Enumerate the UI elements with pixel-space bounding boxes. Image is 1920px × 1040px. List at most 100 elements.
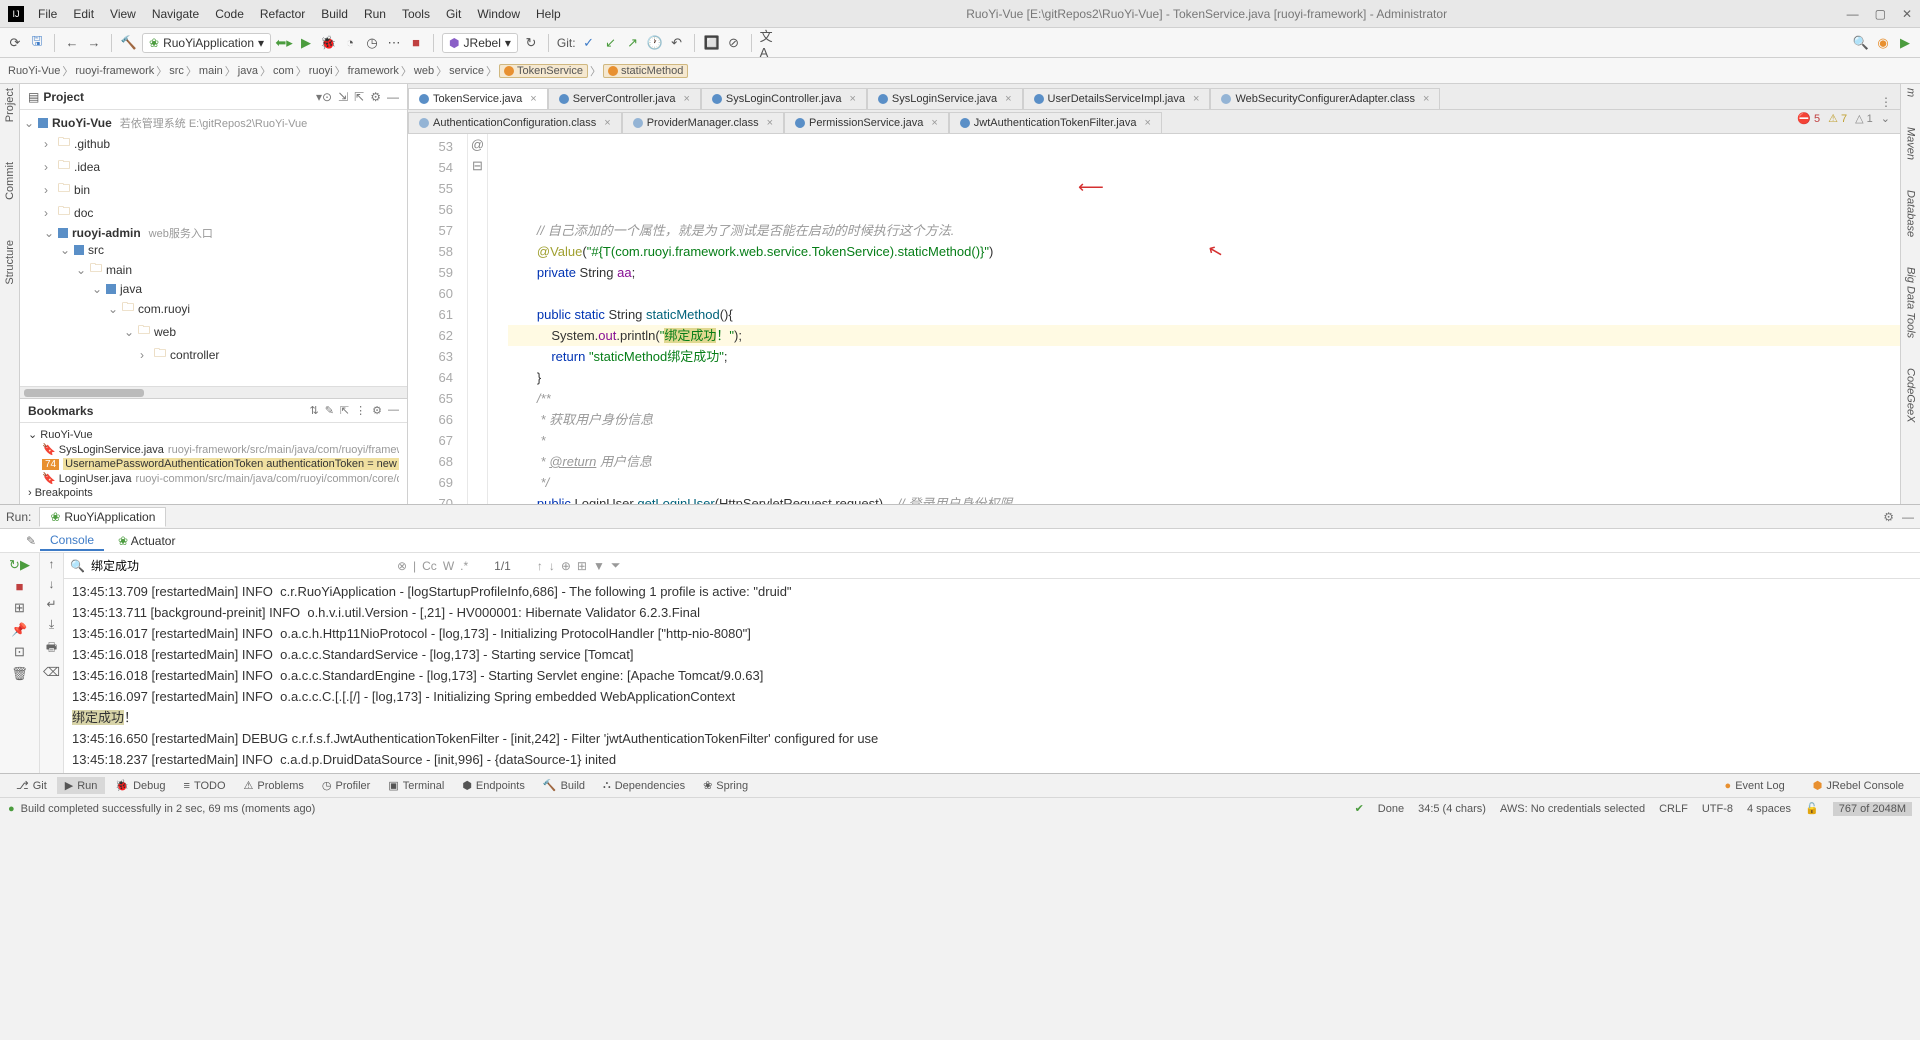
delete-icon[interactable]: 🗑 bbox=[11, 666, 28, 682]
tab-options-icon[interactable]: ⋮ bbox=[1872, 95, 1900, 109]
bottom-tab-profiler[interactable]: ◷Profiler bbox=[314, 777, 378, 794]
tree-node[interactable]: ⌄ruoyi-adminweb服务入口 bbox=[20, 224, 407, 242]
add-selection-icon[interactable]: ⊕ bbox=[561, 559, 571, 573]
menu-run[interactable]: Run bbox=[358, 5, 392, 23]
bottom-tab-event-log[interactable]: ●Event Log bbox=[1717, 778, 1793, 794]
close-icon[interactable]: × bbox=[849, 93, 855, 105]
readonly-icon[interactable]: 🔓 bbox=[1805, 802, 1819, 815]
editor-tab[interactable]: WebSecurityConfigurerAdapter.class× bbox=[1210, 88, 1440, 109]
tree-node[interactable]: ⌄🗀main bbox=[20, 258, 407, 281]
tree-node[interactable]: ›🗀doc bbox=[20, 201, 407, 224]
stop-icon[interactable]: ■ bbox=[407, 34, 425, 52]
right-tab-database[interactable]: Database bbox=[1905, 190, 1917, 237]
indent[interactable]: 4 spaces bbox=[1747, 803, 1791, 815]
left-tab-structure[interactable]: Structure bbox=[4, 240, 16, 285]
editor-tab[interactable]: ServerController.java× bbox=[548, 88, 701, 109]
editor-tab[interactable]: UserDetailsServiceImpl.java× bbox=[1023, 88, 1211, 109]
back-icon[interactable]: ← bbox=[63, 34, 81, 52]
menu-build[interactable]: Build bbox=[315, 5, 354, 23]
expand-icon[interactable]: ⇲ bbox=[338, 90, 348, 104]
bottom-tab-spring[interactable]: ❀Spring bbox=[695, 777, 756, 794]
run-config-selector[interactable]: ❀ RuoYiApplication ▾ bbox=[142, 33, 271, 53]
fold-gutter[interactable]: @⊟ bbox=[468, 134, 488, 504]
close-icon[interactable]: × bbox=[530, 93, 536, 105]
project-view-icon[interactable]: ▤ bbox=[28, 90, 39, 104]
bottom-tab-terminal[interactable]: ▣Terminal bbox=[380, 777, 452, 794]
more-icon[interactable]: ⋮ bbox=[355, 404, 366, 417]
close-icon[interactable]: × bbox=[683, 93, 689, 105]
bookmarks-tree[interactable]: ⌄ RuoYi-Vue🔖 SysLoginService.java ruoyi-… bbox=[20, 423, 407, 504]
menu-view[interactable]: View bbox=[104, 5, 142, 23]
menu-window[interactable]: Window bbox=[471, 5, 526, 23]
close-icon[interactable]: × bbox=[767, 117, 773, 129]
search-input[interactable] bbox=[91, 559, 391, 573]
editor-tab[interactable]: AuthenticationConfiguration.class× bbox=[408, 112, 622, 133]
prev-icon[interactable]: ⊗ bbox=[397, 559, 407, 573]
bottom-tab-git[interactable]: ⎇Git bbox=[8, 777, 55, 794]
actuator-tab[interactable]: ❀ Actuator bbox=[108, 532, 185, 550]
tree-node[interactable]: ⌄🗀web bbox=[20, 320, 407, 343]
regex-icon[interactable]: .* bbox=[460, 559, 468, 573]
breadcrumb-item[interactable]: java bbox=[238, 65, 258, 77]
breadcrumb-item[interactable]: com bbox=[273, 65, 294, 77]
breadcrumb-item[interactable]: RuoYi-Vue bbox=[8, 65, 60, 77]
debug-icon[interactable]: 🐞 bbox=[319, 34, 337, 52]
breadcrumb-item[interactable]: ruoyi bbox=[309, 65, 333, 77]
editor-tab[interactable]: PermissionService.java× bbox=[784, 112, 949, 133]
breadcrumb-item[interactable]: main bbox=[199, 65, 223, 77]
forward-icon[interactable]: → bbox=[85, 34, 103, 52]
wrap-icon[interactable]: ↵ bbox=[46, 597, 56, 611]
editor-tab[interactable]: SysLoginController.java× bbox=[701, 88, 867, 109]
settings-icon[interactable]: ⚙ bbox=[1883, 510, 1894, 524]
up-icon[interactable]: ↑ bbox=[537, 559, 543, 573]
aws-status[interactable]: AWS: No credentials selected bbox=[1500, 803, 1645, 815]
menu-file[interactable]: File bbox=[32, 5, 63, 23]
cursor-position[interactable]: 34:5 (4 chars) bbox=[1418, 803, 1486, 815]
right-tab-codegeex[interactable]: CodeGeeX bbox=[1905, 368, 1917, 422]
left-tab-project[interactable]: Project bbox=[4, 88, 16, 122]
code-editor[interactable]: 535455565758596061626364656667686970 @⊟ … bbox=[408, 134, 1900, 504]
bottom-tab-dependencies[interactable]: ⛬Dependencies bbox=[595, 777, 693, 794]
git-update-icon[interactable]: ✓ bbox=[580, 34, 598, 52]
editor-tab[interactable]: JwtAuthenticationTokenFilter.java× bbox=[949, 112, 1162, 133]
line-sep[interactable]: CRLF bbox=[1659, 803, 1688, 815]
bookmark-item[interactable]: 74UsernamePasswordAuthenticationToken au… bbox=[28, 457, 399, 471]
idea-icon[interactable]: 🔲 bbox=[703, 34, 721, 52]
editor-tab[interactable]: TokenService.java× bbox=[408, 88, 548, 109]
save-icon[interactable]: 🖫 bbox=[28, 34, 46, 52]
hide-icon[interactable]: — bbox=[387, 90, 399, 104]
settings-icon[interactable]: ⚙ bbox=[372, 404, 382, 417]
console-output[interactable]: 13:45:13.709 [restartedMain] INFO c.r.Ru… bbox=[64, 579, 1920, 773]
edit-icon[interactable]: ✎ bbox=[325, 404, 334, 417]
right-tab-maven[interactable]: Maven bbox=[1905, 127, 1917, 160]
print-icon[interactable]: 🖶 bbox=[46, 638, 57, 659]
play-icon[interactable]: ▶ bbox=[297, 34, 315, 52]
profile-icon[interactable]: ◷ bbox=[363, 34, 381, 52]
code-content[interactable]: ⟵ ↖ // 自己添加的一个属性，就是为了测试是否能在启动的时候执行这个方法. … bbox=[488, 134, 1900, 504]
pin-icon[interactable]: 📌 bbox=[11, 622, 27, 638]
git-rollback-icon[interactable]: ↶ bbox=[668, 34, 686, 52]
close-icon[interactable]: × bbox=[604, 117, 610, 129]
breadcrumb-item[interactable]: src bbox=[169, 65, 184, 77]
close-icon[interactable]: × bbox=[1005, 93, 1011, 105]
sync-icon[interactable]: ⟳ bbox=[6, 34, 24, 52]
hide-icon[interactable]: — bbox=[1902, 510, 1914, 524]
breadcrumb-item[interactable]: staticMethod bbox=[603, 64, 688, 78]
menu-tools[interactable]: Tools bbox=[396, 5, 436, 23]
right-tab-big-data-tools[interactable]: Big Data Tools bbox=[1905, 267, 1917, 338]
breadcrumb-item[interactable]: ruoyi-framework bbox=[75, 65, 154, 77]
chevron-icon[interactable]: ⌄ bbox=[1881, 112, 1890, 125]
clear-icon[interactable]: ⌫ bbox=[43, 665, 60, 679]
filter-icon[interactable]: ⇅ bbox=[309, 404, 318, 417]
project-tree[interactable]: ⌄RuoYi-Vue若依管理系统 E:\gitRepos2\RuoYi-Vue›… bbox=[20, 110, 407, 386]
ide-settings-icon[interactable]: ◉ bbox=[1874, 34, 1892, 52]
close-icon[interactable]: × bbox=[931, 117, 937, 129]
menu-edit[interactable]: Edit bbox=[67, 5, 100, 23]
select-opened-icon[interactable]: ⊙ bbox=[322, 90, 332, 104]
console-tab[interactable]: Console bbox=[40, 531, 104, 551]
right-tab-m[interactable]: m bbox=[1905, 88, 1917, 97]
breadcrumb-item[interactable]: framework bbox=[348, 65, 399, 77]
tree-node[interactable]: ›🗀controller bbox=[20, 343, 407, 366]
collapse-icon[interactable]: ⇱ bbox=[354, 90, 364, 104]
search-icon[interactable]: 🔍 bbox=[1852, 34, 1870, 52]
